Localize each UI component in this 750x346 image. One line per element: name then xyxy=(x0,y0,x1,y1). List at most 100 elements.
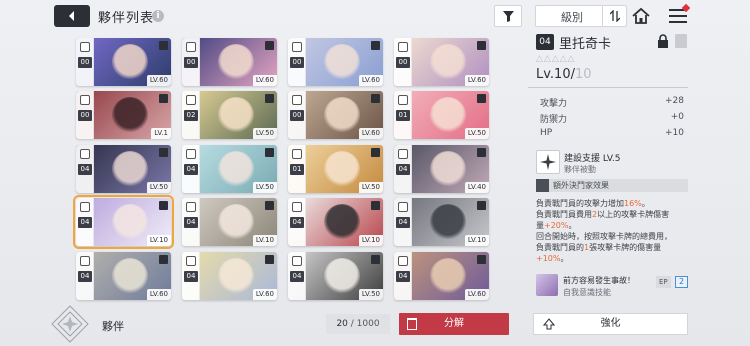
partner-card[interactable]: 04 LV.50 xyxy=(288,252,383,300)
partner-emblem-icon xyxy=(51,305,89,343)
portrait-face xyxy=(430,151,466,187)
partner-card[interactable]: 01 LV.50 xyxy=(288,145,383,193)
card-level: LV.60 xyxy=(252,289,277,300)
stat-label: 攻擊力 xyxy=(540,99,568,109)
sort-order-icon xyxy=(609,10,620,22)
partner-card[interactable]: 00 LV.60 xyxy=(394,38,489,86)
card-level: LV.50 xyxy=(358,289,383,300)
partner-card[interactable]: 04 LV.60 xyxy=(76,252,171,300)
card-number: 04 xyxy=(290,217,304,228)
partner-card[interactable]: 00 LV.60 xyxy=(288,91,383,139)
filter-button[interactable] xyxy=(494,5,522,27)
sort-order-toggle[interactable] xyxy=(602,6,626,26)
lock-icon xyxy=(265,201,274,210)
card-level: LV.50 xyxy=(358,182,383,193)
lock-icon xyxy=(371,94,380,103)
card-level: LV.10 xyxy=(464,235,489,246)
role-icon xyxy=(80,202,90,212)
partner-card[interactable]: 04 LV.60 xyxy=(182,252,277,300)
lock-icon xyxy=(477,201,486,210)
dismantle-button[interactable]: 分解 xyxy=(399,313,509,335)
extra-effect-bar: 額外決鬥家效果 xyxy=(536,179,688,192)
star-rating: △△△△△ xyxy=(536,54,576,64)
card-number: 00 xyxy=(290,110,304,121)
partner-card[interactable]: 04 LV.50 xyxy=(76,145,171,193)
bottom-bar: 夥伴 20 / 1000 分解 強化 xyxy=(0,302,750,346)
extra-effect-label: 額外決鬥家效果 xyxy=(553,181,609,190)
card-number: 04 xyxy=(184,217,198,228)
lock-icon xyxy=(265,255,274,264)
partner-card[interactable]: 00 LV.60 xyxy=(288,38,383,86)
count-current: 20 xyxy=(336,319,348,329)
partner-card[interactable]: 01 LV.50 xyxy=(394,91,489,139)
portrait-face xyxy=(324,258,360,294)
partner-card[interactable]: 04 LV.40 xyxy=(394,145,489,193)
partner-card[interactable]: 04 LV.50 xyxy=(182,145,277,193)
skill-description: 負責戰鬥員的攻擊力增加16%。 負責戰鬥員費用2以上的攻擊卡牌傷害 量+20%。… xyxy=(536,198,688,264)
lock-icon xyxy=(371,41,380,50)
ep-count: 2 xyxy=(675,276,688,288)
sort-dropdown[interactable]: 級別 xyxy=(535,5,627,27)
card-level: LV.60 xyxy=(464,289,489,300)
card-level: LV.50 xyxy=(146,182,171,193)
role-icon xyxy=(80,42,90,52)
portrait-face xyxy=(218,97,254,133)
count-total: / 1000 xyxy=(347,319,380,329)
card-level: LV.60 xyxy=(146,289,171,300)
partner-level: Lv.10/10 xyxy=(536,67,592,82)
partner-card[interactable]: 04 LV.60 xyxy=(394,252,489,300)
desc-line: +10%。 xyxy=(536,254,569,263)
lock-icon xyxy=(265,148,274,157)
back-button[interactable] xyxy=(54,5,90,27)
stat-label: HP xyxy=(540,128,553,138)
partner-card[interactable]: 02 LV.50 xyxy=(182,91,277,139)
partner-card[interactable]: 04 LV.10 xyxy=(394,198,489,246)
card-number: 04 xyxy=(290,271,304,282)
partner-card[interactable]: 04 LV.10 xyxy=(182,198,277,246)
lock-icon xyxy=(265,41,274,50)
card-level: LV.60 xyxy=(252,75,277,86)
lock-icon xyxy=(159,148,168,157)
partner-list-screen: 夥伴列表 i 級別 00 LV.60 00 LV.60 00 LV.60 00 LV xyxy=(0,0,750,346)
partner-card[interactable]: 04 LV.10 xyxy=(288,198,383,246)
portrait-face xyxy=(324,151,360,187)
enhance-button[interactable]: 強化 xyxy=(533,313,688,335)
card-level: LV.10 xyxy=(358,235,383,246)
desc-line: 量+20%。 xyxy=(536,221,577,230)
info-icon[interactable]: i xyxy=(152,10,164,22)
card-number: 01 xyxy=(396,110,410,121)
role-icon xyxy=(398,256,408,266)
portrait-face xyxy=(112,258,148,294)
role-icon xyxy=(292,42,302,52)
ego-skill-row[interactable]: 前方容易發生事故！ 自我意識技能 EP 2 xyxy=(536,274,688,300)
skill-icon[interactable] xyxy=(536,150,560,174)
partner-card-grid: 00 LV.60 00 LV.60 00 LV.60 00 LV.60 00 LV.1 02 LV.5… xyxy=(73,38,520,300)
lock-icon xyxy=(371,255,380,264)
back-arrow-icon xyxy=(69,11,74,21)
lock-icon[interactable] xyxy=(656,34,670,48)
card-level: LV.10 xyxy=(252,235,277,246)
portrait-face xyxy=(218,204,254,240)
trash-icon[interactable] xyxy=(675,34,687,48)
home-icon[interactable] xyxy=(631,6,651,26)
stat-value: +28 xyxy=(665,96,684,106)
role-icon xyxy=(186,256,196,266)
card-number: 04 xyxy=(78,271,92,282)
portrait-face xyxy=(324,44,360,80)
role-icon xyxy=(292,202,302,212)
ego-skill-avatar xyxy=(536,274,558,296)
card-number: 04 xyxy=(396,164,410,175)
partner-card[interactable]: 00 LV.60 xyxy=(182,38,277,86)
card-number: 00 xyxy=(396,57,410,68)
card-number: 00 xyxy=(184,57,198,68)
card-number: 04 xyxy=(396,217,410,228)
stat-value: +0 xyxy=(670,112,684,122)
card-level: LV.60 xyxy=(146,75,171,86)
partner-card[interactable]: 04 LV.10 xyxy=(73,195,174,249)
stat-attack: 攻擊力 +28 xyxy=(540,96,686,110)
card-level: LV.40 xyxy=(464,182,489,193)
role-icon xyxy=(186,95,196,105)
lock-icon xyxy=(371,201,380,210)
partner-card[interactable]: 00 LV.1 xyxy=(76,91,171,139)
partner-card[interactable]: 00 LV.60 xyxy=(76,38,171,86)
